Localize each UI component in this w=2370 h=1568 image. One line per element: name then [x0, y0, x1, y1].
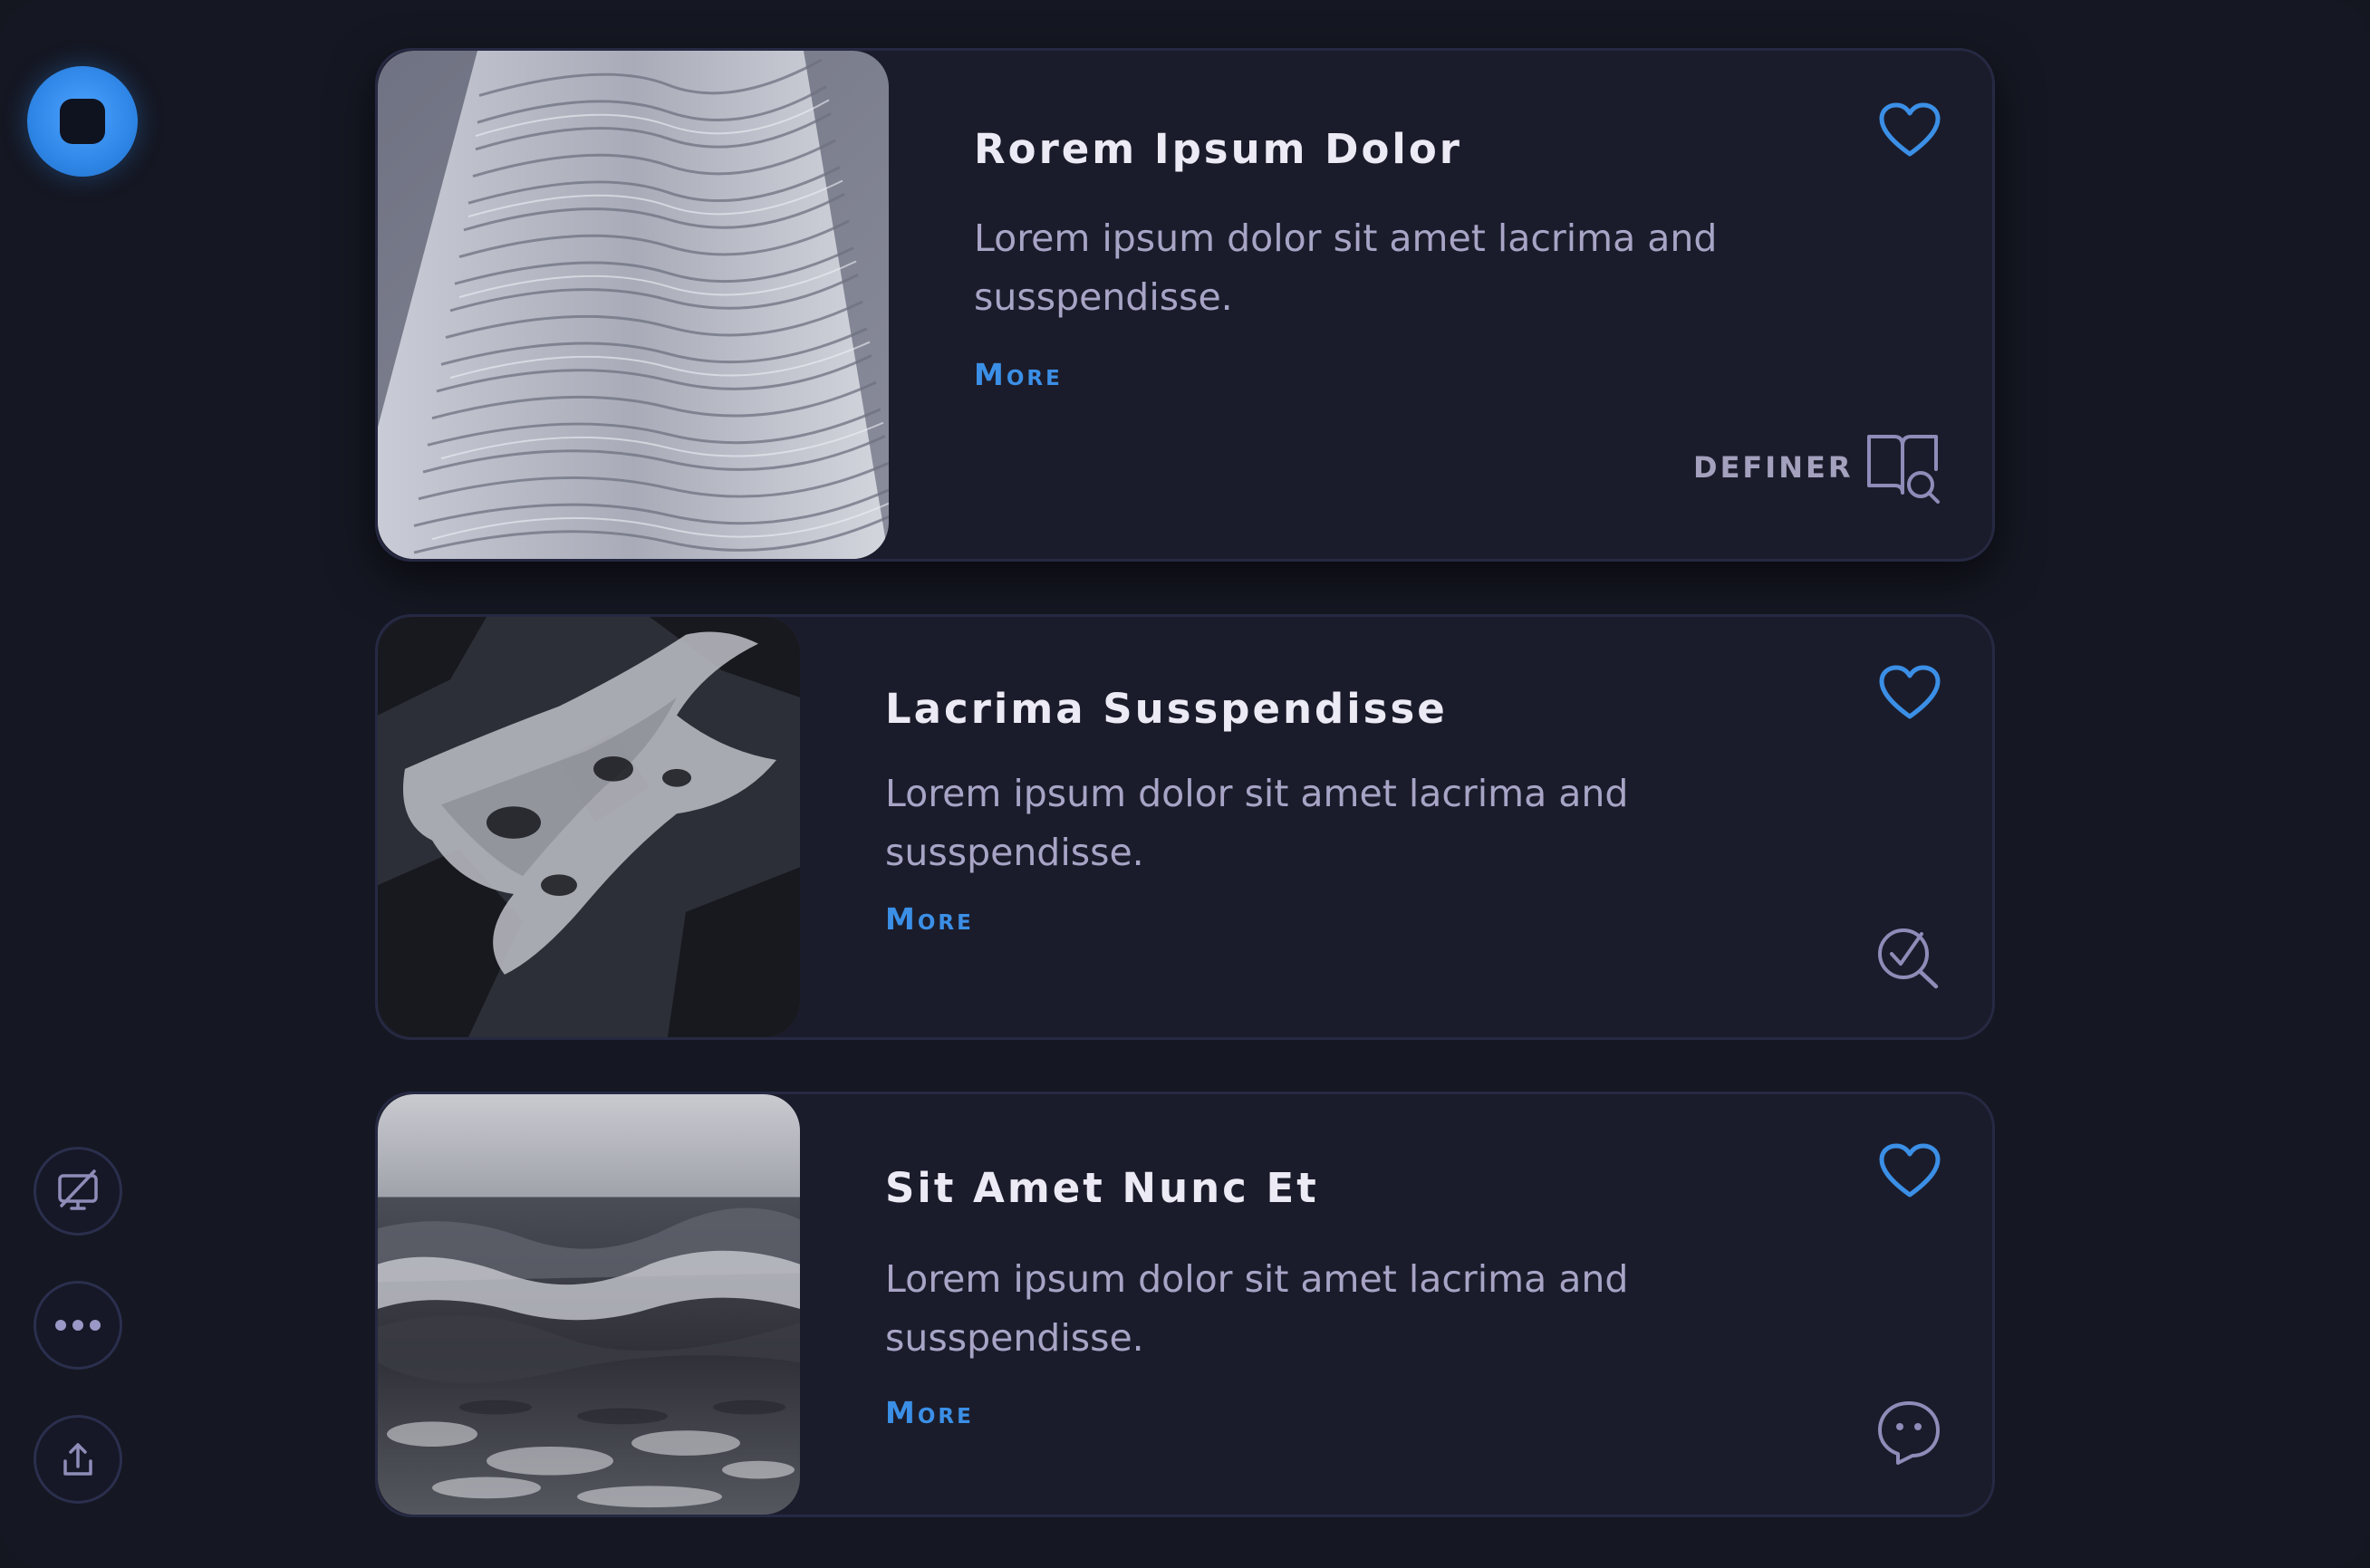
- app-logo-core: [60, 99, 105, 144]
- search-check-icon[interactable]: [1874, 923, 1941, 990]
- more-link[interactable]: More: [974, 357, 1063, 392]
- card-title: Sit Amet Nunc Et: [885, 1164, 1319, 1212]
- screen-off-button[interactable]: [34, 1147, 122, 1236]
- sidebar: [0, 0, 163, 1568]
- share-upload-icon: [63, 1443, 92, 1476]
- heart-icon[interactable]: [1878, 1142, 1941, 1200]
- card-description: Lorem ipsum dolor sit amet lacrima and s…: [974, 216, 1718, 319]
- marble-texture-photo: [378, 617, 800, 1037]
- card-image-architecture: [378, 51, 889, 559]
- definer-label[interactable]: DEFINER: [1693, 450, 1853, 485]
- more-link[interactable]: More: [885, 901, 974, 937]
- heart-icon[interactable]: [1878, 664, 1941, 722]
- app-logo-icon[interactable]: [27, 66, 138, 177]
- more-link[interactable]: More: [885, 1395, 974, 1430]
- card-3[interactable]: Sit Amet Nunc Et Lorem ipsum dolor sit a…: [375, 1092, 1995, 1517]
- card-image-marble: [378, 617, 800, 1037]
- card-1[interactable]: Rorem Ipsum Dolor Lorem ipsum dolor sit …: [375, 48, 1995, 562]
- card-title: Lacrima Susspendisse: [885, 685, 1448, 733]
- card-title: Rorem Ipsum Dolor: [974, 125, 1462, 173]
- card-2[interactable]: Lacrima Susspendisse Lorem ipsum dolor s…: [375, 614, 1995, 1040]
- card-image-ocean: [378, 1094, 800, 1515]
- share-button[interactable]: [34, 1415, 122, 1504]
- architecture-tower-photo: [378, 51, 889, 559]
- screen-off-icon: [58, 1169, 98, 1210]
- ghost-chat-icon[interactable]: [1876, 1400, 1941, 1467]
- book-search-icon[interactable]: [1864, 429, 1941, 507]
- more-options-button[interactable]: [34, 1281, 122, 1370]
- card-description: Lorem ipsum dolor sit amet lacrima and s…: [885, 772, 1629, 874]
- app-window: Rorem Ipsum Dolor Lorem ipsum dolor sit …: [0, 0, 2370, 1568]
- heart-icon[interactable]: [1878, 101, 1941, 159]
- card-description: Lorem ipsum dolor sit amet lacrima and s…: [885, 1257, 1629, 1360]
- more-dots-icon: [55, 1320, 101, 1331]
- ocean-wave-photo: [378, 1094, 800, 1515]
